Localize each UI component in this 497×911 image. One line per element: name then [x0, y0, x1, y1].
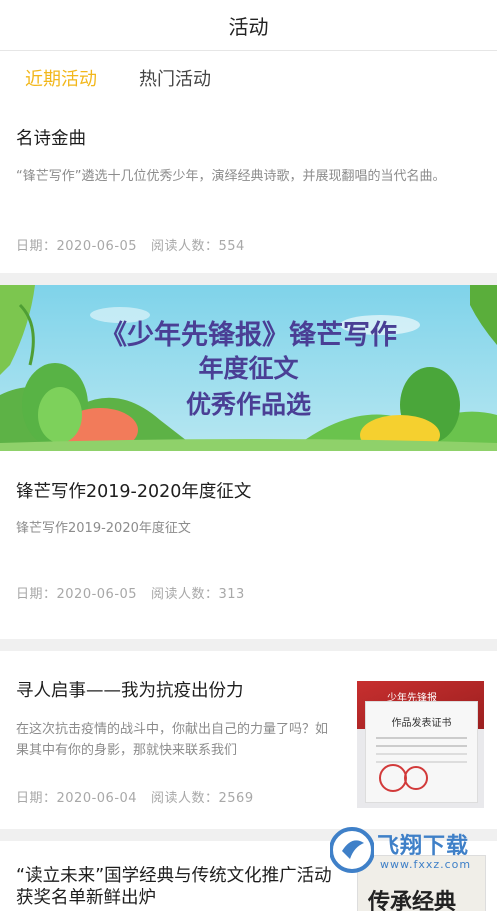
- site-watermark: 飞翔下载 www.fxxz.com: [330, 825, 490, 879]
- date-label: 日期：: [16, 239, 57, 254]
- activity-description: “锋芒写作”遴选十几位优秀少年，演绎经典诗歌，并展现翻唱的当代名曲。: [16, 169, 446, 184]
- reads-label: 阅读人数：: [150, 587, 219, 602]
- date-value: 2020-06-05: [56, 587, 138, 602]
- reads-value: 554: [218, 239, 245, 254]
- tab-popular-activities[interactable]: 热门活动: [139, 65, 211, 91]
- date-label: 日期：: [16, 587, 57, 602]
- date-value: 2020-06-05: [56, 239, 138, 254]
- divider: [0, 273, 497, 285]
- thumbnail-text: 传承经典: [368, 890, 457, 911]
- activity-description: 在这次抗击疫情的战斗中，你献出自己的力量了吗？如果其中有你的身影，那就快来联系我…: [16, 722, 329, 758]
- date-label: 日期：: [16, 791, 57, 806]
- reads-label: 阅读人数：: [150, 239, 219, 254]
- tab-bar: 近期活动 热门活动: [0, 51, 497, 101]
- activity-thumbnail: 少年先锋报 作品发表证书: [357, 681, 484, 808]
- page-title: 活动: [228, 14, 269, 39]
- activity-title: 寻人启事——我为抗疫出份力: [16, 681, 244, 701]
- top-bar: 活动: [0, 0, 497, 51]
- watermark-logo-icon: [330, 827, 374, 873]
- certificate-paper: 作品发表证书: [365, 701, 478, 803]
- watermark-text: 飞翔下载: [377, 834, 470, 859]
- date-value: 2020-06-04: [56, 791, 138, 806]
- activity-title: 锋芒写作2019-2020年度征文: [16, 482, 252, 502]
- tab-recent-activities[interactable]: 近期活动: [25, 65, 97, 91]
- activity-meta: 日期：2020-06-04 阅读人数：2569: [16, 787, 254, 806]
- reads-label: 阅读人数：: [150, 791, 219, 806]
- activity-description: 锋芒写作2019-2020年度征文: [16, 521, 191, 536]
- activity-title: “读立未来”国学经典与传统文化推广活动获奖名单新鲜出炉: [16, 866, 332, 908]
- seal-icon: [379, 764, 428, 792]
- reads-value: 313: [218, 587, 245, 602]
- certificate-heading: 作品发表证书: [391, 718, 452, 729]
- watermark-url: www.fxxz.com: [380, 858, 472, 871]
- activity-card[interactable]: 寻人启事——我为抗疫出份力 在这次抗击疫情的战斗中，你献出自己的力量了吗？如果其…: [0, 651, 497, 829]
- banner-line-2: 年度征文: [198, 354, 299, 383]
- activity-banner-image[interactable]: 《少年先锋报》锋芒写作 年度征文 优秀作品选: [0, 285, 497, 451]
- activity-title: 名诗金曲: [16, 129, 86, 149]
- activity-card[interactable]: 锋芒写作2019-2020年度征文 锋芒写作2019-2020年度征文 日期：2…: [0, 451, 497, 639]
- activity-card[interactable]: 名诗金曲 “锋芒写作”遴选十几位优秀少年，演绎经典诗歌，并展现翻唱的当代名曲。 …: [0, 101, 497, 273]
- banner-line-1: 《少年先锋报》锋芒写作: [100, 320, 397, 351]
- banner-line-3: 优秀作品选: [185, 390, 311, 419]
- divider: [0, 639, 497, 651]
- reads-value: 2569: [218, 791, 254, 806]
- activity-meta: 日期：2020-06-05 阅读人数：554: [16, 235, 245, 254]
- activity-meta: 日期：2020-06-05 阅读人数：313: [16, 583, 245, 602]
